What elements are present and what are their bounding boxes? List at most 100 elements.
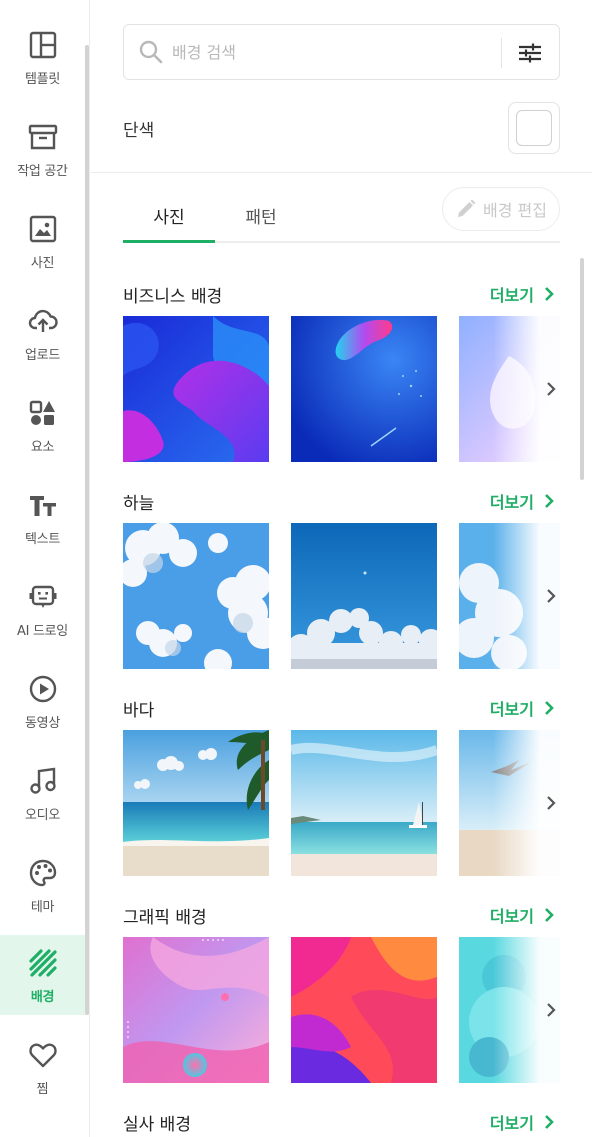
carousel-next-button[interactable] (539, 376, 560, 402)
section-title: 바다 (123, 701, 155, 721)
thumbnail-row (123, 937, 560, 1083)
cloud-upload-icon (26, 304, 60, 338)
edit-button-label: 배경 편집 (483, 201, 547, 220)
see-more-link[interactable]: 더보기 (490, 903, 558, 927)
section-header: 비즈니스 배경 더보기 (123, 280, 558, 308)
section-header: 바다 더보기 (123, 694, 558, 722)
nav-label: 템플릿 (25, 72, 60, 87)
see-more-label: 더보기 (489, 1114, 534, 1133)
search-icon (139, 40, 163, 64)
nav-label: 텍스트 (25, 532, 60, 547)
see-more-label: 더보기 (489, 286, 534, 305)
nav-item-photos[interactable]: 사진 (0, 201, 85, 281)
photo-icon (26, 212, 60, 246)
see-more-link[interactable]: 더보기 (490, 489, 558, 513)
carousel-next-button[interactable] (539, 790, 560, 816)
nav-item-ai-drawing[interactable]: AI 드로잉 (0, 569, 85, 649)
sliders-icon (519, 43, 541, 63)
active-tab-indicator (123, 240, 215, 243)
nav-label: AI 드로잉 (17, 624, 68, 639)
nav-label: 동영상 (25, 716, 60, 731)
see-more-label: 더보기 (489, 907, 534, 926)
chevron-right-icon (545, 701, 554, 715)
diagonal-lines-icon (26, 946, 60, 980)
pencil-icon (458, 199, 476, 217)
nav-item-text[interactable]: 텍스트 (0, 477, 85, 557)
nav-label: 오디오 (25, 808, 60, 823)
tab-label: 패턴 (245, 207, 277, 228)
tab-patterns[interactable]: 패턴 (215, 187, 307, 243)
nav-item-templates[interactable]: 템플릿 (0, 17, 85, 97)
nav-label: 배경 (30, 990, 55, 1005)
search-divider (501, 38, 502, 68)
solid-color-label: 단색 (123, 121, 155, 141)
chevron-right-icon (547, 796, 556, 810)
section-header: 하늘 더보기 (123, 487, 558, 515)
text-tt-icon (26, 488, 60, 522)
nav-label: 찜 (36, 1082, 49, 1097)
section-title: 비즈니스 배경 (123, 287, 223, 307)
background-thumbnail[interactable] (123, 730, 269, 876)
archive-box-icon (26, 120, 60, 154)
see-more-label: 더보기 (489, 700, 534, 719)
carousel-next-button[interactable] (539, 583, 560, 609)
play-circle-icon (26, 672, 60, 706)
chevron-right-icon (545, 1115, 554, 1129)
section-title: 그래픽 배경 (123, 908, 207, 928)
search-input[interactable] (172, 42, 472, 62)
background-thumbnail[interactable] (291, 523, 437, 669)
chevron-right-icon (545, 908, 554, 922)
background-thumbnail[interactable] (291, 937, 437, 1083)
nav-item-favorites[interactable]: 찜 (0, 1027, 85, 1107)
tab-bar: 사진 패턴 배경 편집 (123, 187, 560, 243)
nav-label: 요소 (30, 440, 55, 455)
nav-label: 업로드 (25, 348, 60, 363)
nav-item-audio[interactable]: 오디오 (0, 753, 85, 833)
background-thumbnail[interactable] (291, 316, 437, 462)
shapes-icon (26, 396, 60, 430)
background-panel: 단색 사진 패턴 배경 편집 비즈니스 배경 더보기 (91, 0, 592, 1137)
background-thumbnail[interactable] (123, 316, 269, 462)
background-thumbnail[interactable] (123, 523, 269, 669)
palette-icon (26, 856, 60, 890)
nav-item-theme[interactable]: 테마 (0, 845, 85, 925)
chevron-right-icon (547, 382, 556, 396)
nav-label: 테마 (30, 900, 55, 915)
heart-icon (26, 1038, 60, 1072)
rail-scrollbar[interactable] (85, 45, 89, 1015)
edit-background-button[interactable]: 배경 편집 (442, 187, 560, 231)
thumbnail-row (123, 730, 560, 876)
tab-photos[interactable]: 사진 (123, 187, 215, 243)
thumbnail-row (123, 523, 560, 669)
nav-label: 작업 공간 (17, 164, 68, 179)
music-note-icon (26, 764, 60, 798)
section-header: 그래픽 배경 더보기 (123, 901, 558, 929)
chevron-right-icon (545, 494, 554, 508)
robot-icon (26, 580, 60, 614)
nav-item-background[interactable]: 배경 (0, 935, 85, 1015)
thumbnail-row (123, 316, 560, 462)
section-title: 하늘 (123, 494, 155, 514)
content-scrollbar[interactable] (580, 258, 584, 480)
search-box (123, 24, 560, 80)
nav-label: 사진 (30, 256, 55, 271)
nav-item-upload[interactable]: 업로드 (0, 293, 85, 373)
chevron-right-icon (547, 1003, 556, 1017)
nav-item-workspace[interactable]: 작업 공간 (0, 109, 85, 189)
nav-item-elements[interactable]: 요소 (0, 385, 85, 465)
layout-icon (26, 28, 60, 62)
see-more-link[interactable]: 더보기 (490, 696, 558, 720)
see-more-link[interactable]: 더보기 (490, 1110, 558, 1134)
section-title: 실사 배경 (123, 1115, 191, 1135)
carousel-next-button[interactable] (539, 997, 560, 1023)
divider (91, 172, 592, 173)
section-header: 실사 배경 더보기 (123, 1108, 558, 1136)
background-thumbnail[interactable] (123, 937, 269, 1083)
nav-item-video[interactable]: 동영상 (0, 661, 85, 741)
filter-button[interactable] (514, 37, 546, 69)
background-thumbnail[interactable] (291, 730, 437, 876)
left-nav-rail: 템플릿 작업 공간 사진 업로드 요소 텍스트 AI 드로잉 동영상 오디오 테… (0, 0, 90, 1137)
solid-color-swatch[interactable] (508, 102, 560, 154)
see-more-link[interactable]: 더보기 (490, 282, 558, 306)
see-more-label: 더보기 (489, 493, 534, 512)
